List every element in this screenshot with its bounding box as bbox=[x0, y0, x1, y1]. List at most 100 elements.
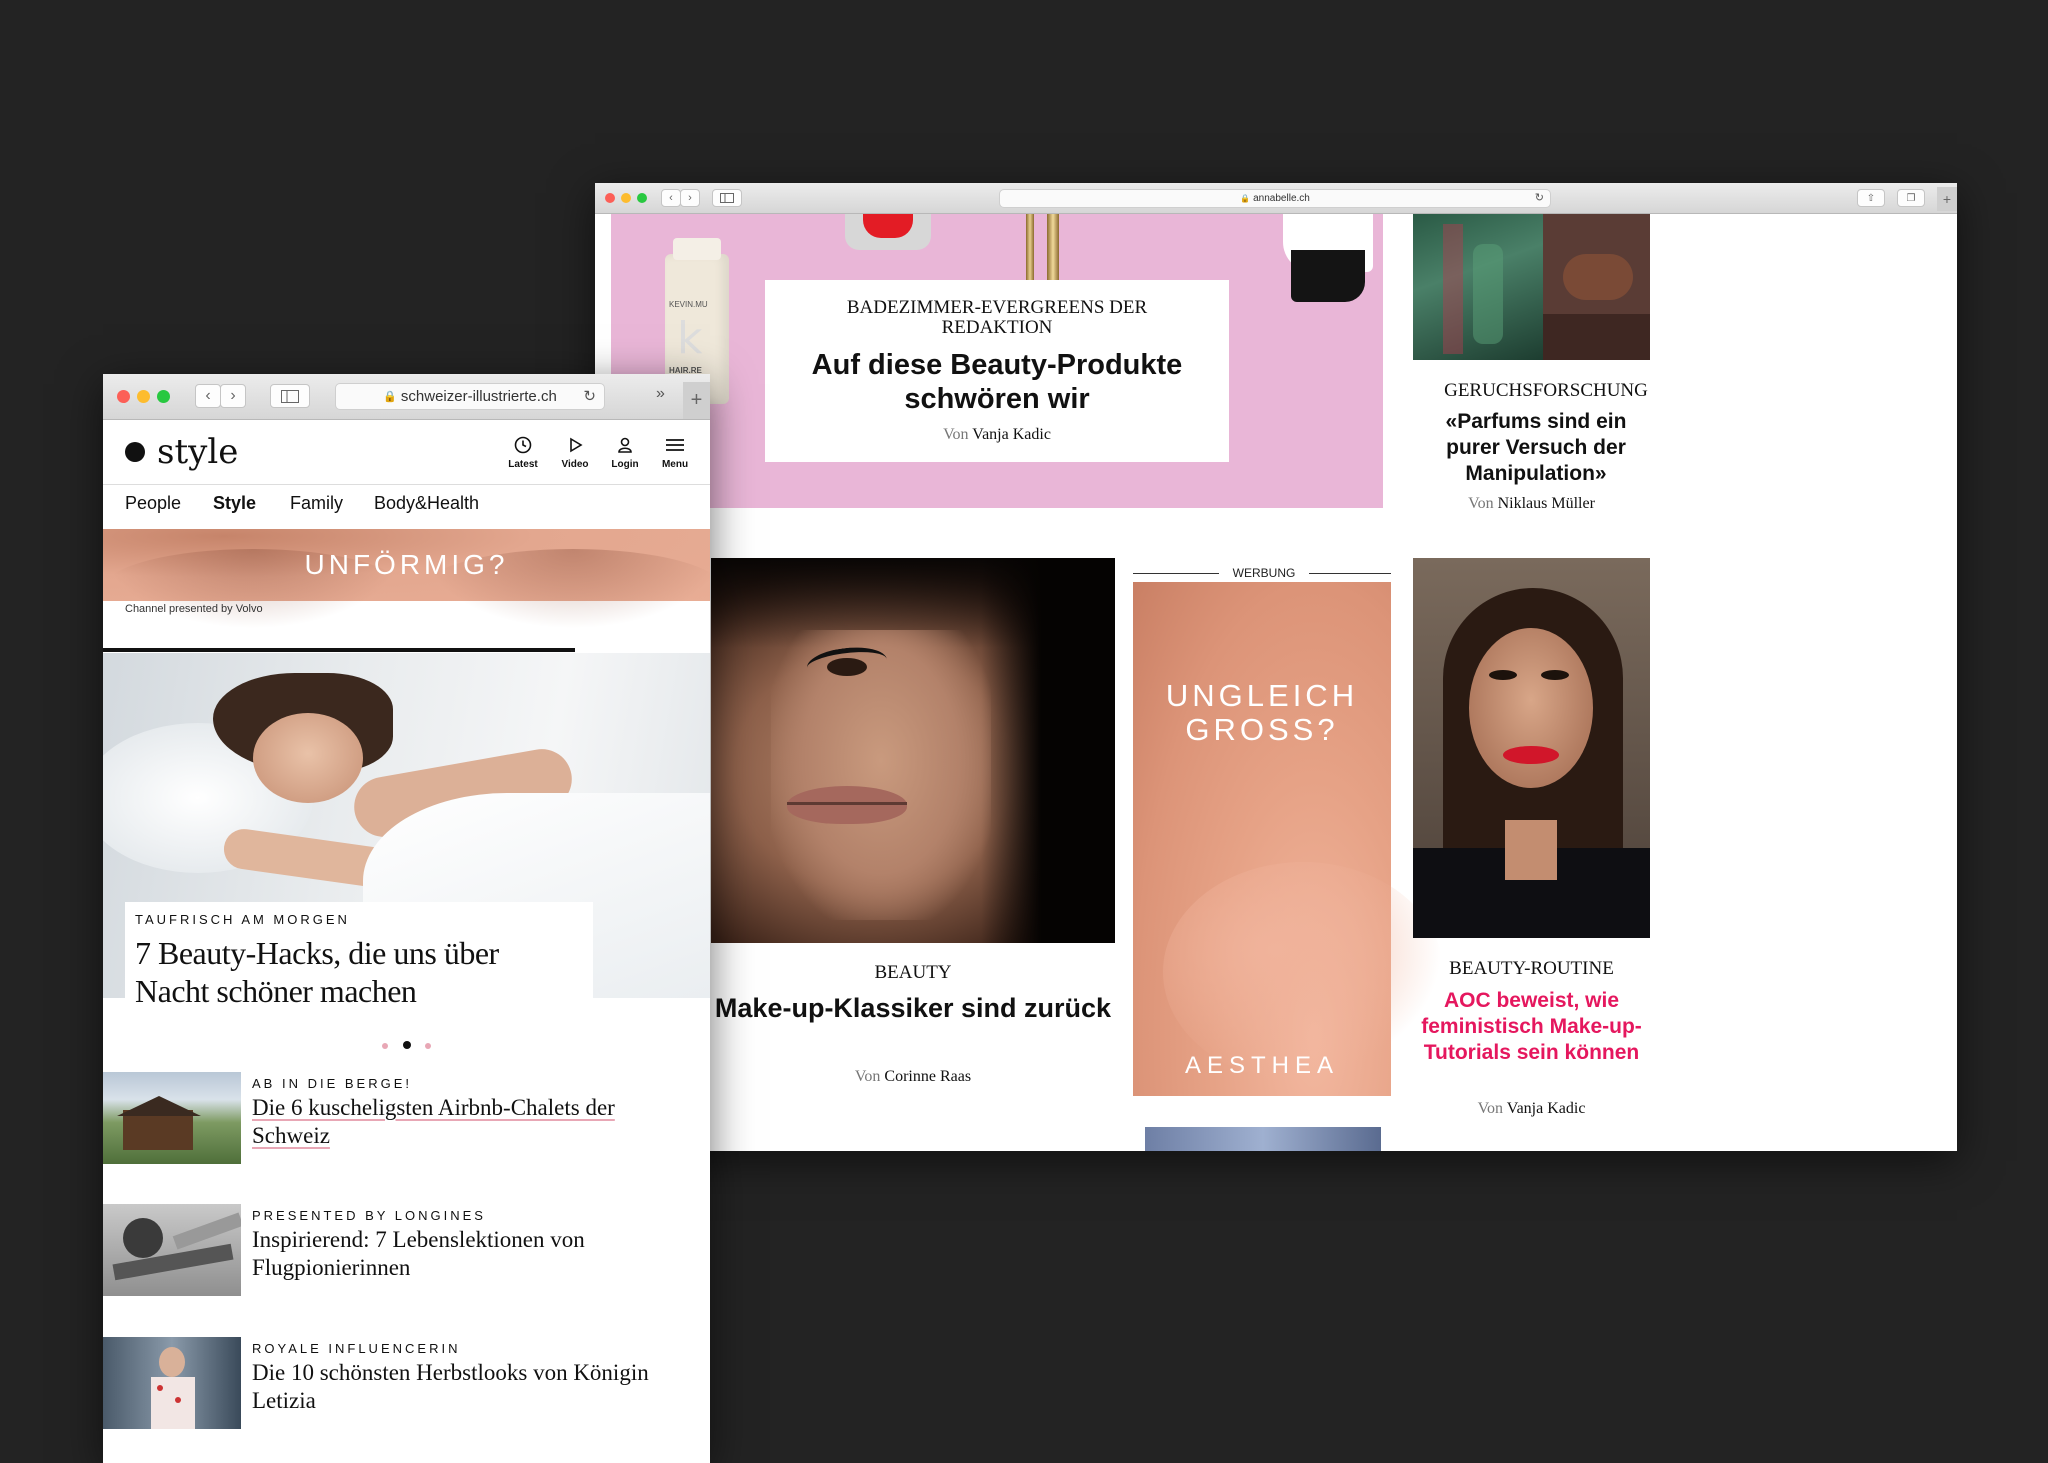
list-item[interactable]: AB IN DIE BERGE! Die 6 kuscheligsten Air… bbox=[103, 1072, 710, 1172]
minimize-window-button[interactable] bbox=[137, 390, 150, 403]
article-image-perfume[interactable] bbox=[1413, 214, 1650, 360]
browser-window-schweizer-illustrierte: ‹ › 🔒 schweizer-illustrierte.ch ↻ » + st… bbox=[103, 374, 710, 1463]
mouth bbox=[787, 786, 907, 824]
sidebar-icon bbox=[281, 389, 299, 403]
share-button[interactable]: ⇧ bbox=[1857, 189, 1885, 207]
nav-item-body-health[interactable]: Body&Health bbox=[374, 493, 479, 514]
hero-byline: Von Vanja Kadic bbox=[943, 426, 1051, 443]
browser-window-annabelle: ‹ › 🔒 annabelle.ch ↻ ⇧ ❐ + KEVIN.MU k HA… bbox=[595, 183, 1957, 1151]
user-icon bbox=[618, 437, 632, 453]
close-window-button[interactable] bbox=[117, 390, 130, 403]
hero-image-beauty-products[interactable]: KEVIN.MU k HAIR.RE BADEZIMMER-EVERGREENS… bbox=[611, 214, 1383, 508]
section-nav: People Style Family Body&Health bbox=[103, 485, 710, 523]
header-action-login[interactable]: Login bbox=[603, 436, 647, 470]
close-window-button[interactable] bbox=[605, 193, 615, 203]
hero-article-card[interactable]: BADEZIMMER-EVERGREENS DER REDAKTION Auf … bbox=[765, 280, 1229, 462]
face bbox=[253, 713, 363, 803]
product-compact bbox=[845, 214, 931, 250]
zoom-window-button[interactable] bbox=[157, 390, 170, 403]
article-byline: Von Corinne Raas bbox=[854, 1068, 972, 1085]
article-kicker: BEAUTY-ROUTINE bbox=[1449, 958, 1614, 979]
header-action-label: Menu bbox=[661, 459, 689, 470]
carousel-dot[interactable] bbox=[424, 1043, 431, 1049]
ad-brand-logo: AESTHEA bbox=[1184, 1052, 1340, 1079]
hero-title[interactable]: Auf diese Beauty-Produkte schwören wir bbox=[783, 348, 1211, 416]
browser-toolbar: ‹ › 🔒 annabelle.ch ↻ ⇧ ❐ + bbox=[595, 183, 1957, 214]
channel-banner[interactable]: UNFÖRMIG? bbox=[103, 529, 710, 629]
forward-button[interactable]: › bbox=[220, 384, 246, 408]
article-image-aoc[interactable] bbox=[1413, 558, 1650, 938]
nav-item-people[interactable]: People bbox=[125, 493, 181, 514]
back-button[interactable]: ‹ bbox=[661, 189, 681, 207]
sidebar-icon bbox=[720, 193, 734, 203]
article-byline: Von Niklaus Müller bbox=[1468, 495, 1595, 512]
article-byline: Von Vanja Kadic bbox=[1477, 1100, 1586, 1117]
banner-headline: UNFÖRMIG? bbox=[304, 549, 509, 580]
author-name: Niklaus Müller bbox=[1497, 495, 1595, 512]
header-action-video[interactable]: Video bbox=[553, 436, 597, 470]
author-name: Vanja Kadic bbox=[972, 426, 1051, 443]
article-kicker: GERUCHSFORSCHUNG bbox=[1444, 380, 1648, 401]
carousel-dots bbox=[103, 1036, 710, 1054]
list-item-kicker: PRESENTED BY LONGINES bbox=[252, 1208, 486, 1223]
back-button[interactable]: ‹ bbox=[195, 384, 221, 408]
sponsor-note: Channel presented by Volvo bbox=[125, 603, 263, 615]
site-logo[interactable]: style bbox=[125, 432, 238, 472]
header-action-latest[interactable]: Latest bbox=[501, 436, 545, 470]
ad-headline-1: UNGLEICH bbox=[1165, 678, 1359, 713]
new-tab-button[interactable]: + bbox=[683, 382, 710, 419]
list-item[interactable]: PRESENTED BY LONGINES Inspirierend: 7 Le… bbox=[103, 1204, 710, 1304]
thumbnail-queen-letizia bbox=[103, 1337, 241, 1429]
reload-icon[interactable]: ↻ bbox=[583, 387, 596, 405]
author-name: Vanja Kadic bbox=[1506, 1100, 1586, 1117]
new-tab-button[interactable]: + bbox=[1937, 187, 1957, 211]
zoom-window-button[interactable] bbox=[637, 193, 647, 203]
ad-label-rule: WERBUNG bbox=[1133, 566, 1391, 580]
forward-button[interactable]: › bbox=[680, 189, 700, 207]
list-item-title[interactable]: Inspirierend: 7 Lebenslektionen von Flug… bbox=[252, 1226, 672, 1282]
sidebar-toggle-button[interactable] bbox=[270, 384, 310, 408]
header-action-menu[interactable]: Menu bbox=[653, 436, 697, 470]
header-action-label: Video bbox=[561, 459, 589, 470]
reload-icon[interactable]: ↻ bbox=[1535, 191, 1544, 204]
minimize-window-button[interactable] bbox=[621, 193, 631, 203]
ad-banner[interactable]: UNGLEICH GROSS? AESTHEA bbox=[1133, 582, 1443, 1096]
more-chevron-icon[interactable]: » bbox=[656, 385, 665, 403]
list-item-title[interactable]: Die 6 kuscheligsten Airbnb-Chalets der S… bbox=[252, 1094, 672, 1150]
lock-icon: 🔒 bbox=[1240, 194, 1251, 203]
carousel-progress bbox=[103, 648, 710, 652]
lock-icon: 🔒 bbox=[383, 391, 397, 403]
header-action-label: Login bbox=[611, 459, 639, 470]
hamburger-icon bbox=[666, 439, 684, 451]
site-header: style Latest Video Login Menu bbox=[103, 420, 710, 485]
article-title[interactable]: AOC beweist, wie feministisch Make-up-Tu… bbox=[1415, 988, 1648, 1066]
article-title[interactable]: Make-up-Klassiker sind zurück bbox=[711, 992, 1115, 1025]
nav-item-style[interactable]: Style bbox=[213, 493, 256, 514]
article-title[interactable]: «Parfums sind ein purer Versuch der Mani… bbox=[1417, 409, 1655, 487]
article-image-makeup-face[interactable] bbox=[711, 558, 1115, 943]
carousel-dot[interactable] bbox=[382, 1043, 389, 1049]
url-text: annabelle.ch bbox=[1253, 193, 1310, 204]
carousel-dot-active[interactable] bbox=[402, 1041, 411, 1049]
logo-dot-icon bbox=[125, 442, 145, 462]
red-lips bbox=[1503, 746, 1559, 764]
header-action-label: Latest bbox=[508, 459, 538, 470]
thumbnail-aviator bbox=[103, 1204, 241, 1296]
list-item-title[interactable]: Die 10 schönsten Herbstlooks von Königin… bbox=[252, 1359, 672, 1415]
ad-label: WERBUNG bbox=[1232, 566, 1296, 580]
article-image-partial[interactable] bbox=[1145, 1127, 1381, 1151]
hero-title[interactable]: 7 Beauty-Hacks, die uns über Nacht schön… bbox=[135, 934, 575, 1010]
list-item[interactable]: ROYALE INFLUENCERIN Die 10 schönsten Her… bbox=[103, 1337, 710, 1437]
address-bar[interactable]: 🔒 schweizer-illustrierte.ch ↻ bbox=[335, 383, 605, 410]
browser-toolbar: ‹ › 🔒 schweizer-illustrierte.ch ↻ » + bbox=[103, 374, 710, 420]
clock-icon bbox=[514, 436, 532, 454]
author-name: Corinne Raas bbox=[884, 1068, 972, 1085]
tabs-overview-button[interactable]: ❐ bbox=[1897, 189, 1925, 207]
hero-article-card[interactable]: TAUFRISCH AM MORGEN 7 Beauty-Hacks, die … bbox=[125, 902, 593, 1022]
nav-item-family[interactable]: Family bbox=[290, 493, 343, 514]
sidebar-toggle-button[interactable] bbox=[712, 189, 742, 207]
play-icon bbox=[570, 437, 583, 453]
url-text: schweizer-illustrierte.ch bbox=[400, 388, 557, 405]
address-bar[interactable]: 🔒 annabelle.ch ↻ bbox=[999, 189, 1551, 208]
hero-kicker: TAUFRISCH AM MORGEN bbox=[135, 912, 350, 927]
